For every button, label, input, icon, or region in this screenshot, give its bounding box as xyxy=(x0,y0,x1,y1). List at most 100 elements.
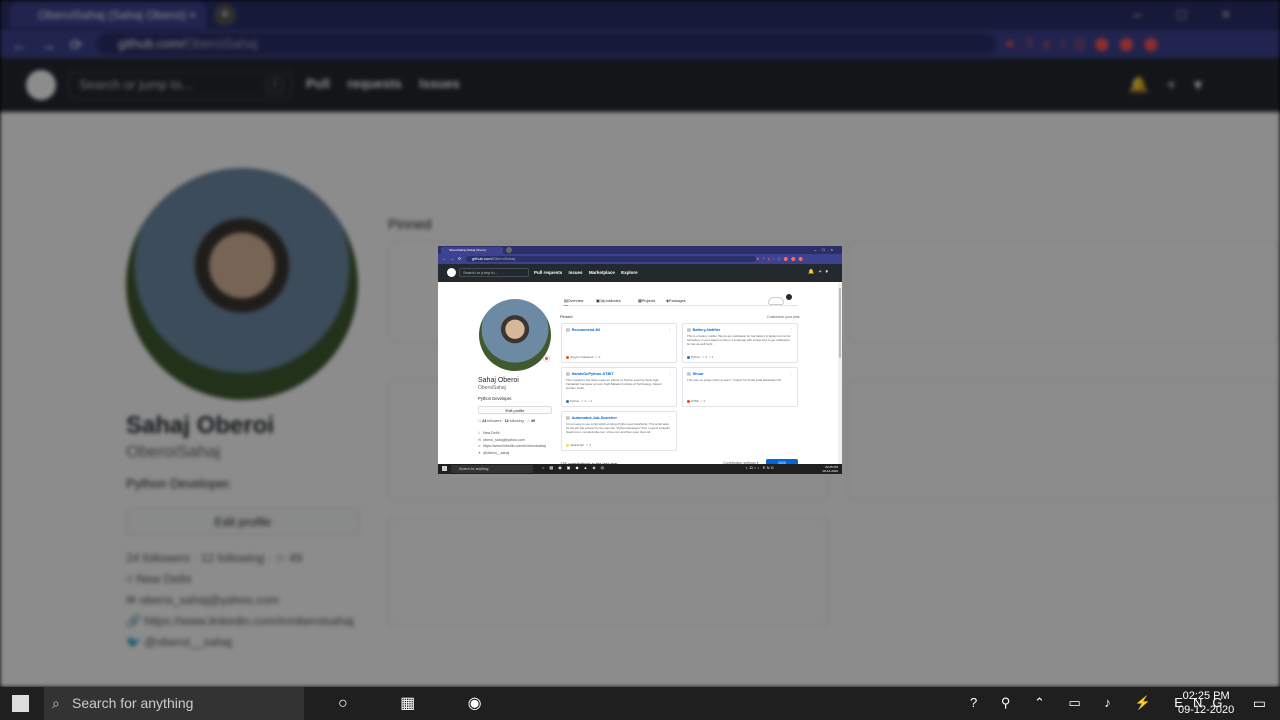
taskbar-app-icons[interactable]: ○ ▦ ◉ xyxy=(338,693,506,713)
followers-count[interactable]: 24 xyxy=(482,419,486,423)
bg-github-nav: Pull requests Issues xyxy=(306,76,460,91)
search-input[interactable]: Search or jump to... xyxy=(459,268,529,277)
edit-profile-button[interactable]: Edit profile xyxy=(478,406,552,414)
tab-repositories[interactable]: ▣ Repositories 32 xyxy=(596,298,621,303)
pinned-card[interactable]: ▤ HandsOnPython-STBIT ⋮ This repository h… xyxy=(561,367,677,407)
repo-meta: Jupyter Notebook ☆ 4 xyxy=(566,355,600,359)
pinned-card[interactable]: ▤ Battery-Notifier ⋮ This is a battery no… xyxy=(682,323,798,363)
status-emoji-icon[interactable] xyxy=(543,355,550,362)
profile-bio: Python Developer. xyxy=(478,396,513,401)
repo-meta: Python ☆ 2 ⑂ 1 xyxy=(687,355,713,359)
language-dot xyxy=(566,443,569,447)
pinned-heading: Pinned xyxy=(560,314,573,319)
repo-icon: ▤ xyxy=(566,416,570,420)
github-nav: Pull requests Issues Marketplace Explore xyxy=(534,270,643,275)
bg-tab-bar: OberoiSahaj (Sahaj Oberoi) × + –□× xyxy=(0,0,1280,30)
bg-profile-meta: 24 followers · 12 following · ☆ 49 ⌾ New… xyxy=(126,551,354,649)
language-dot xyxy=(687,399,690,403)
mini-taskbar: Search for anything ○▦◉▣◆▲◈◎ ◐☊▪♪ ENG 02… xyxy=(438,464,842,474)
nav-explore[interactable]: Explore xyxy=(621,270,638,275)
pinned-card[interactable]: ▤ Automated-Job-Searcher ⋮ It is an easy … xyxy=(561,411,677,451)
clock[interactable]: 02:25 PM 09-12-2020 xyxy=(823,465,838,473)
repo-meta: HTML ⑂ 1 xyxy=(687,399,705,403)
tray-icons[interactable]: ◐☊▪♪ ENG xyxy=(746,466,775,470)
repo-description: This is a battery notifier. We do get no… xyxy=(687,334,791,346)
bg-profile-bio: Python Developer. xyxy=(126,476,233,491)
repo-icon: ▤ xyxy=(687,372,691,376)
tab-projects[interactable]: ▦ Projects xyxy=(638,298,655,303)
bg-avatar xyxy=(126,168,358,400)
followers-link[interactable]: followers xyxy=(487,419,501,423)
tab-packages[interactable]: ◈ Packages xyxy=(666,298,686,303)
profile-details: ⌾ New Delhi ✉ oberoi_sahaj@yahoo.com ∞ http… xyxy=(478,430,546,456)
notification-icon[interactable]: ▭ xyxy=(1253,695,1266,712)
scrollbar-thumb[interactable] xyxy=(839,288,841,358)
clock[interactable]: 02:25 PM 09-12-2020 xyxy=(1178,689,1234,717)
nav-marketplace[interactable]: Marketplace xyxy=(589,270,615,275)
nav-issues[interactable]: Issues xyxy=(569,270,583,275)
avatar[interactable] xyxy=(479,299,551,371)
stars-count[interactable]: 49 xyxy=(531,419,535,423)
taskbar-search[interactable]: ⌕ Search for anything xyxy=(44,687,304,720)
window-controls[interactable]: –□× xyxy=(814,247,839,252)
windows-start-icon[interactable] xyxy=(442,466,447,471)
taskbar-app-icons[interactable]: ○▦◉▣◆▲◈◎ xyxy=(542,465,609,470)
repo-icon: ▤ xyxy=(687,328,691,332)
browser-window: OberoiSahaj (Sahaj Oberoi) –□× ←→⟳ githu… xyxy=(438,246,842,474)
profile-username: OberoiSahaj xyxy=(478,385,506,391)
star-icon: ☆ xyxy=(526,419,531,423)
scrollbar[interactable] xyxy=(838,282,842,474)
bg-header-right-icons: 🔔+▾ xyxy=(1128,77,1220,94)
repo-link[interactable]: HandsOnPython-STBIT xyxy=(572,372,614,376)
follow-stats: ⚇ 24 followers · 12 following · ☆ 49 xyxy=(478,419,536,423)
nav-pull-requests[interactable]: Pull requests xyxy=(534,270,562,275)
drag-handle-icon[interactable]: ⋮ xyxy=(789,371,793,376)
drag-handle-icon[interactable]: ⋮ xyxy=(668,327,672,332)
email-link[interactable]: oberoi_sahaj@yahoo.com xyxy=(483,438,525,442)
bg-card xyxy=(848,242,1280,342)
moon-icon[interactable] xyxy=(786,294,792,300)
repo-description: It is an easy to use script which employ… xyxy=(566,422,671,434)
repo-link[interactable]: Battery-Notifier xyxy=(693,328,721,332)
drag-handle-icon[interactable]: ⋮ xyxy=(668,371,672,376)
bg-pinned-heading: Pinned xyxy=(388,216,432,232)
tab-overview[interactable]: ▤ Overview xyxy=(564,298,583,306)
bg-extension-icons: ★TpIQ⬤⬤⬤ xyxy=(1004,36,1169,51)
website-link[interactable]: https://www.linkedin.com/in/oberoisahaj xyxy=(483,444,546,448)
location: New Delhi xyxy=(483,431,500,435)
drag-handle-icon[interactable]: ⋮ xyxy=(668,415,672,420)
github-logo-icon[interactable] xyxy=(447,268,456,277)
taskbar-search[interactable]: Search for anything xyxy=(451,465,533,473)
new-tab-icon[interactable] xyxy=(506,247,512,253)
following-count[interactable]: 12 xyxy=(505,419,509,423)
repo-link[interactable]: Automated-Job-Searcher xyxy=(572,416,617,420)
pinned-card[interactable]: ▤ Recommend-Ml ⋮ Jupyter Notebook ☆ 4 xyxy=(561,323,677,363)
search-icon: ⌕ xyxy=(52,695,60,711)
bg-github-header: Search or jump to... / Pull requests Issu… xyxy=(0,58,1280,112)
bg-window-controls: –□× xyxy=(1133,6,1266,22)
drag-handle-icon[interactable]: ⋮ xyxy=(789,327,793,332)
customize-pins-link[interactable]: Customize your pins xyxy=(767,315,800,319)
header-right-icons[interactable]: 🔔+▾ xyxy=(808,269,832,275)
twitter-link[interactable]: @oberoi__sahaj xyxy=(483,451,509,455)
bg-nav-icons: ←→⟳ xyxy=(12,37,97,54)
bg-url: github.com/OberoiSahaj xyxy=(96,33,996,55)
github-header: Search or jump to... Pull requests Issue… xyxy=(438,264,842,282)
browser-tab[interactable]: OberoiSahaj (Sahaj Oberoi) xyxy=(441,247,503,254)
bg-tab: OberoiSahaj (Sahaj Oberoi) × xyxy=(10,2,206,28)
repo-meta: Python ☆ 1 ⑂ 1 xyxy=(566,399,592,403)
bg-search: Search or jump to... / xyxy=(68,71,292,99)
following-link[interactable]: following xyxy=(510,419,524,423)
language-dot xyxy=(566,355,569,359)
taskbar: ⌕ Search for anything ○ ▦ ◉ ? ⚲ ⌃ ▭ ♪ ⚡ E… xyxy=(0,687,1280,720)
repo-link[interactable]: Recommend-Ml xyxy=(572,328,600,332)
nav-arrows-icon[interactable]: ←→⟳ xyxy=(442,256,465,261)
windows-start-icon[interactable] xyxy=(12,695,29,712)
bg-card xyxy=(848,380,1280,500)
repo-link[interactable]: Shuur xyxy=(693,372,704,376)
profile-name: Sahaj Oberoi xyxy=(478,377,519,384)
pinned-card[interactable]: ▤ Shuur ⋮ This was my project with my tea… xyxy=(682,367,798,407)
bg-github-logo-icon xyxy=(26,70,56,100)
url-field[interactable]: github.com/OberoiSahaj xyxy=(466,256,756,262)
extension-icons[interactable]: ★TpIQ⬤⬤⬤ xyxy=(756,256,806,261)
